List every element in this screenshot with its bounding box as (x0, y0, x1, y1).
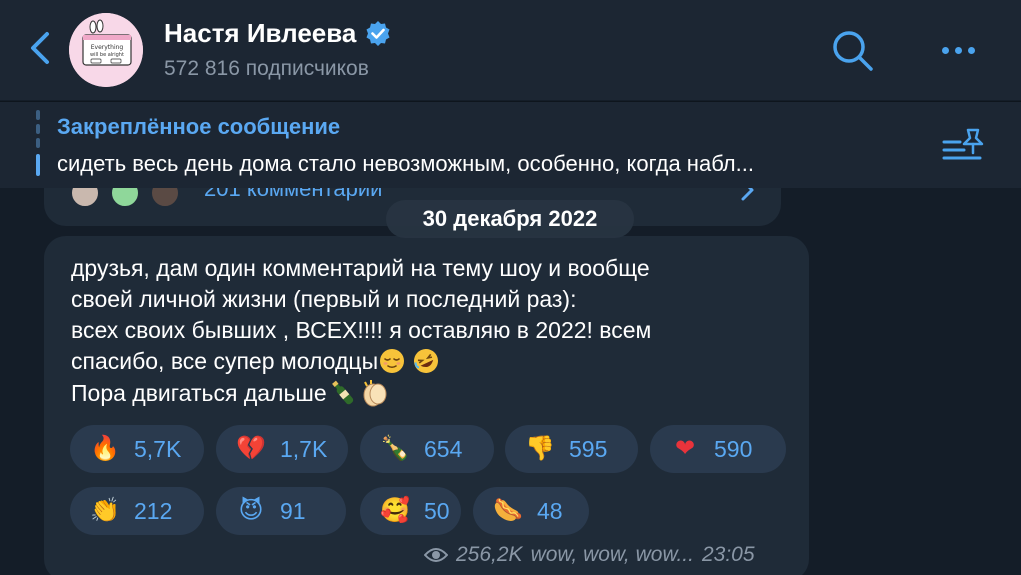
back-button[interactable] (22, 28, 58, 68)
svg-text:will be alright: will be alright (90, 52, 124, 58)
message-meta: 256,2K wow, wow, wow... 23:05 (424, 542, 755, 568)
red-heart-icon: ❤ (674, 435, 696, 462)
subscriber-count: 572 816 подписчиков (164, 57, 369, 80)
avatar-sticker-icon: Everything will be alright (69, 13, 143, 87)
message-line: друзья, дам один комментарий на тему шоу… (71, 255, 650, 281)
reaction-button[interactable]: ❤ 590 (650, 425, 786, 473)
more-dot-icon (967, 46, 975, 54)
rolling-laughing-icon (414, 349, 439, 373)
verified-badge-icon (366, 20, 390, 46)
channel-title[interactable]: Настя Ивлеева (164, 18, 392, 49)
clapping-hands-icon (363, 380, 387, 407)
message-time: 23:05 (701, 543, 755, 566)
relieved-face-icon (380, 349, 405, 373)
reaction-button[interactable]: 💔 1,7K (216, 425, 348, 473)
reaction-count: 1,7K (280, 435, 328, 462)
reaction-button[interactable]: 🥰 50 (360, 487, 461, 535)
smiling-devil-icon: 😈 (238, 497, 264, 524)
reaction-button[interactable]: 😈 91 (216, 487, 346, 535)
reaction-button[interactable]: 🌭 48 (473, 487, 589, 535)
views-eye-icon (424, 548, 448, 562)
reaction-button[interactable]: 🍾 654 (360, 425, 494, 473)
channel-name: Настя Ивлеева (164, 18, 357, 48)
smiling-face-hearts-icon: 🥰 (380, 497, 410, 524)
reaction-count: 5,7K (134, 435, 182, 462)
message-text: друзья, дам один комментарий на тему шоу… (71, 253, 791, 409)
reaction-count: 654 (424, 435, 463, 462)
reaction-button[interactable]: 🔥 5,7K (70, 425, 204, 473)
search-icon (833, 31, 873, 71)
pinned-title: Закреплённое сообщение (57, 114, 341, 139)
champagne-icon: 🍾 (380, 435, 410, 462)
reaction-button[interactable]: 👎 595 (505, 425, 638, 473)
message-line-with-emoji: спасибо, все супер молодцы (71, 346, 791, 377)
pinned-indicator-segment (36, 110, 40, 120)
message-line: своей личной жизни (первый и последний р… (71, 286, 577, 312)
pinned-list-icon (942, 128, 984, 160)
message-line: Пора двигаться дальше (71, 380, 327, 406)
more-dot-icon (954, 46, 962, 54)
reaction-button[interactable]: 👏 212 (70, 487, 204, 535)
date-separator: 30 декабря 2022 (386, 200, 634, 238)
pinned-indicator-segment (36, 138, 40, 148)
message-line: всех своих бывших , ВСЕХ!!!! я оставляю … (71, 317, 652, 343)
broken-heart-icon: 💔 (236, 435, 266, 462)
thumbs-down-icon: 👎 (525, 435, 555, 462)
champagne-icon (331, 380, 353, 405)
hotdog-icon: 🌭 (493, 497, 523, 524)
channel-avatar[interactable]: Everything will be alright (69, 13, 143, 87)
reaction-count: 590 (714, 435, 753, 462)
author-signature: wow, wow, wow... (530, 543, 694, 566)
svg-text:Everything: Everything (91, 44, 124, 51)
search-button[interactable] (830, 28, 876, 74)
more-options-button[interactable] (934, 36, 982, 64)
pinned-indicator-segment (36, 124, 40, 134)
message-line: спасибо, все супер молодцы (71, 348, 379, 374)
reaction-count: 212 (134, 497, 173, 524)
pinned-text: сидеть весь день дома стало невозможным,… (57, 151, 754, 176)
reaction-count: 595 (569, 435, 608, 462)
reaction-count: 91 (280, 497, 306, 524)
fire-icon: 🔥 (90, 435, 120, 462)
reaction-count: 50 (424, 497, 450, 524)
chevron-left-icon (31, 32, 49, 64)
message-line-with-emoji: Пора двигаться дальше (71, 377, 791, 409)
clap-icon: 👏 (90, 497, 120, 524)
pinned-indicator-active (36, 154, 40, 176)
more-dot-icon (941, 46, 949, 54)
reaction-count: 48 (537, 497, 563, 524)
pinned-list-button[interactable] (942, 126, 988, 166)
view-count: 256,2K (456, 543, 523, 566)
